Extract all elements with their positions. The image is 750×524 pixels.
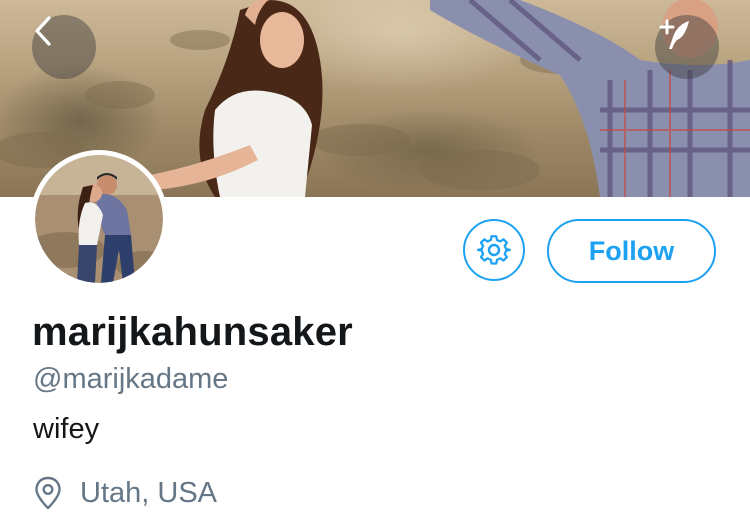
gear-icon — [477, 235, 511, 265]
user-handle: @marijkadame — [33, 363, 229, 395]
compose-tweet-icon — [659, 19, 689, 49]
avatar[interactable] — [30, 150, 168, 288]
settings-button[interactable] — [463, 219, 525, 281]
location-text: Utah, USA — [80, 476, 217, 509]
chevron-left-icon — [35, 16, 51, 46]
location-pin-icon — [35, 476, 61, 510]
compose-tweet-button[interactable] — [655, 15, 719, 79]
display-name: marijkahunsaker — [32, 310, 353, 354]
bio: wifey — [33, 413, 100, 445]
back-button[interactable] — [32, 15, 96, 79]
location: Utah, USA — [34, 476, 217, 510]
follow-button[interactable]: Follow — [547, 219, 716, 283]
